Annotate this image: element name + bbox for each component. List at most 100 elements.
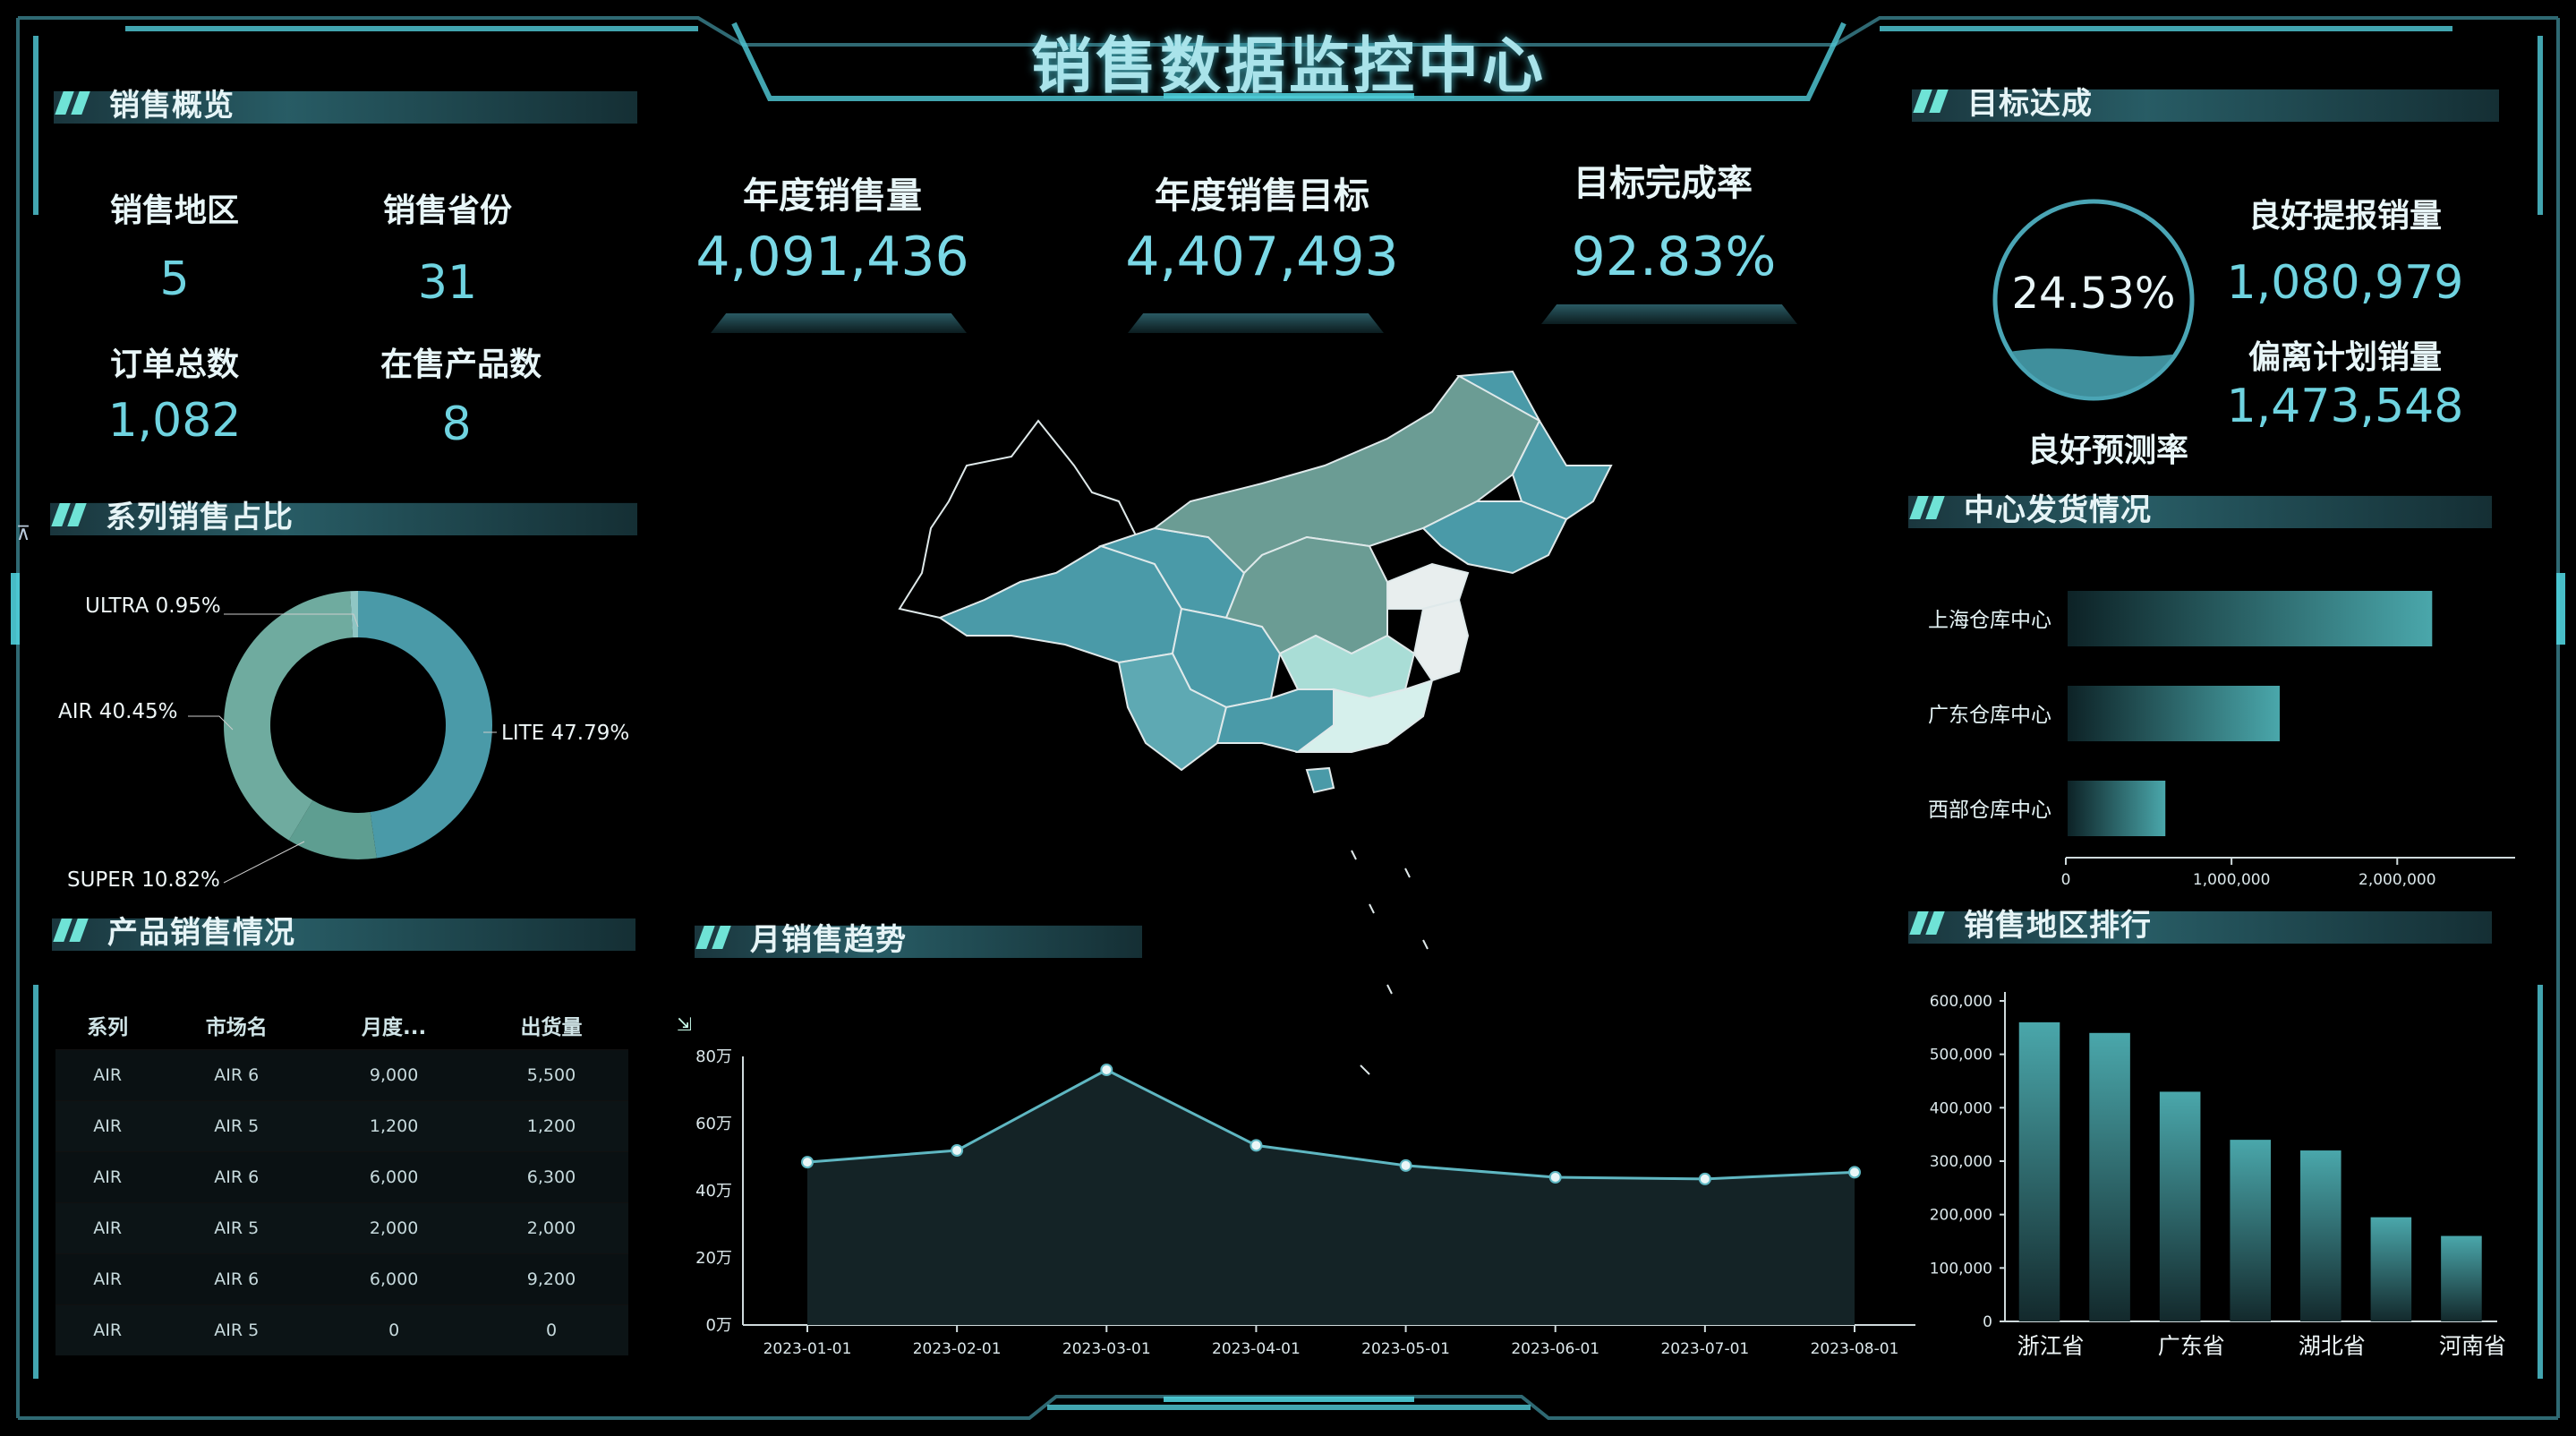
rank-y-tick: 500,000 — [1930, 1047, 1992, 1064]
table-cell: 1,200 — [313, 1100, 474, 1152]
table-col-header[interactable]: 系列 — [55, 1001, 159, 1050]
table-cell: AIR — [55, 1202, 160, 1254]
product-sales-table: 系列 市场名 月度... 出货量 AIR AIR 6 9,000 5,500 AIR AIR 5… — [55, 1001, 628, 1355]
rank-bar[interactable] — [2370, 1217, 2412, 1321]
kpi-annual-target-base — [1128, 313, 1384, 333]
rank-bar[interactable] — [2089, 1032, 2130, 1321]
table-cell: AIR 6 — [159, 1151, 314, 1203]
map-region-hainan[interactable] — [1305, 766, 1335, 794]
donut-slice-lite[interactable] — [358, 591, 492, 859]
line-point[interactable] — [1848, 1166, 1861, 1179]
overview-region-label: 销售地区 — [109, 192, 239, 229]
rank-x-label: 广东省 — [2158, 1333, 2225, 1359]
donut-slice-air[interactable] — [223, 591, 354, 841]
rank-bar[interactable] — [2441, 1235, 2482, 1321]
table-row[interactable]: AIR AIR 6 9,000 5,500 — [55, 1049, 628, 1101]
table-cell: AIR 6 — [159, 1049, 314, 1101]
header-marks-icon — [695, 926, 736, 949]
shipping-bar[interactable] — [2068, 686, 2280, 741]
table-cell: 6,000 — [313, 1253, 474, 1305]
target-panel-header: 目标达成 — [1912, 75, 2499, 122]
shipping-x-tick: 1,000,000 — [2193, 871, 2271, 889]
table-cell: AIR — [55, 1100, 160, 1152]
table-col-header[interactable]: 出货量 — [474, 1001, 628, 1050]
rank-y-tick: 600,000 — [1930, 993, 1992, 1011]
line-x-tick: 2023-03-01 — [1062, 1340, 1151, 1358]
shipping-bar[interactable] — [2068, 781, 2166, 836]
table-row[interactable]: AIR AIR 6 6,000 9,200 — [55, 1253, 628, 1305]
gauge-value: 24.53% — [2011, 269, 2176, 319]
overview-province-value: 31 — [417, 256, 478, 310]
shipping-x-tick: 0 — [2061, 871, 2071, 889]
table-row[interactable]: AIR AIR 5 2,000 2,000 — [55, 1202, 628, 1254]
header-marks-icon — [1913, 90, 1953, 113]
rank-y-tick: 400,000 — [1930, 1099, 1992, 1117]
series-share-donut: LITE 47.79% SUPER 10.82% AIR 40.45% ULTRA 0… — [58, 591, 629, 892]
line-point[interactable] — [1548, 1171, 1562, 1184]
table-cell: 6,300 — [474, 1151, 628, 1203]
line-x-tick: 2023-06-01 — [1511, 1340, 1599, 1358]
rank-bar[interactable] — [2300, 1150, 2341, 1321]
table-cell: 2,000 — [474, 1202, 628, 1254]
line-y-tick: 40万 — [695, 1182, 732, 1201]
header-marks-icon — [53, 919, 93, 942]
rank-y-tick: 100,000 — [1930, 1260, 1992, 1278]
line-point[interactable] — [951, 1144, 964, 1157]
line-y-tick: 0万 — [706, 1316, 732, 1335]
line-point[interactable] — [801, 1156, 814, 1169]
table-cell: AIR 5 — [159, 1304, 314, 1355]
rank-y-tick: 0 — [1983, 1313, 1992, 1331]
monthly-title: 月销售趋势 — [750, 922, 907, 958]
table-row[interactable]: AIR AIR 500 — [55, 1304, 628, 1355]
overview-orders-label: 订单总数 — [109, 346, 239, 383]
overview-title: 销售概览 — [109, 88, 235, 124]
line-point[interactable] — [1100, 1064, 1113, 1076]
donut-label-air: AIR 40.45% — [58, 700, 178, 723]
kpi-completion-label: 目标完成率 — [1574, 163, 1753, 204]
table-row[interactable]: AIR AIR 5 1,200 1,200 — [55, 1100, 628, 1152]
table-cell: 2,000 — [313, 1202, 474, 1254]
header-marks-icon — [1909, 496, 1949, 519]
line-x-tick: 2023-05-01 — [1361, 1340, 1450, 1358]
shipping-bar-label: 广东仓库中心 — [1928, 704, 2051, 727]
export-icon[interactable]: ⇲ — [677, 1013, 692, 1035]
table-header-row: 系列 市场名 月度... 出货量 — [55, 1001, 628, 1050]
line-y-tick: 20万 — [695, 1249, 732, 1268]
kpi-annual-target-label: 年度销售目标 — [1155, 175, 1369, 217]
header-marks-icon — [51, 503, 91, 526]
table-col-header[interactable]: 市场名 — [159, 1001, 313, 1050]
kpi-annual-target-value: 4,407,493 — [1125, 226, 1399, 288]
table-row[interactable]: AIR AIR 6 6,000 6,300 — [55, 1151, 628, 1203]
shipping-bar[interactable] — [2068, 591, 2433, 646]
rank-x-label: 湖北省 — [2299, 1333, 2366, 1359]
line-y-tick: 60万 — [695, 1115, 732, 1133]
kpi-annual-sales-base — [711, 313, 967, 333]
rank-bar[interactable] — [2230, 1140, 2271, 1321]
collapse-icon[interactable]: ⊼ — [16, 523, 30, 545]
map-region-jiangsu-zhejiang[interactable] — [1412, 598, 1470, 682]
rank-bar[interactable] — [2018, 1021, 2060, 1321]
table-cell: AIR — [55, 1253, 160, 1305]
rank-bar[interactable] — [2159, 1091, 2201, 1321]
table-col-header[interactable]: 月度... — [313, 1001, 474, 1050]
table-cell: AIR 5 — [159, 1202, 314, 1254]
shipping-bar-label: 西部仓库中心 — [1928, 799, 2051, 822]
header-marks-icon — [1909, 911, 1949, 935]
table-cell: AIR — [55, 1151, 160, 1203]
china-sales-map[interactable] — [886, 367, 1647, 1110]
overview-region-value: 5 — [159, 252, 190, 306]
kpi-annual-sales-label: 年度销售量 — [743, 175, 922, 217]
deviate-plan-value: 1,473,548 — [2226, 380, 2464, 433]
table-cell: 0 — [474, 1304, 628, 1355]
header-marks-icon — [55, 91, 95, 115]
line-area — [807, 1070, 1855, 1325]
overview-province-label: 销售省份 — [382, 192, 512, 229]
line-point[interactable] — [1399, 1158, 1412, 1172]
product-sales-panel-header: 产品销售情况 — [52, 904, 635, 951]
table-cell: 1,200 — [474, 1100, 628, 1152]
table-cell: 5,500 — [474, 1049, 628, 1101]
line-point[interactable] — [1698, 1172, 1711, 1185]
line-x-tick: 2023-01-01 — [763, 1340, 852, 1358]
line-point[interactable] — [1250, 1139, 1263, 1152]
donut-label-lite: LITE 47.79% — [501, 722, 629, 745]
